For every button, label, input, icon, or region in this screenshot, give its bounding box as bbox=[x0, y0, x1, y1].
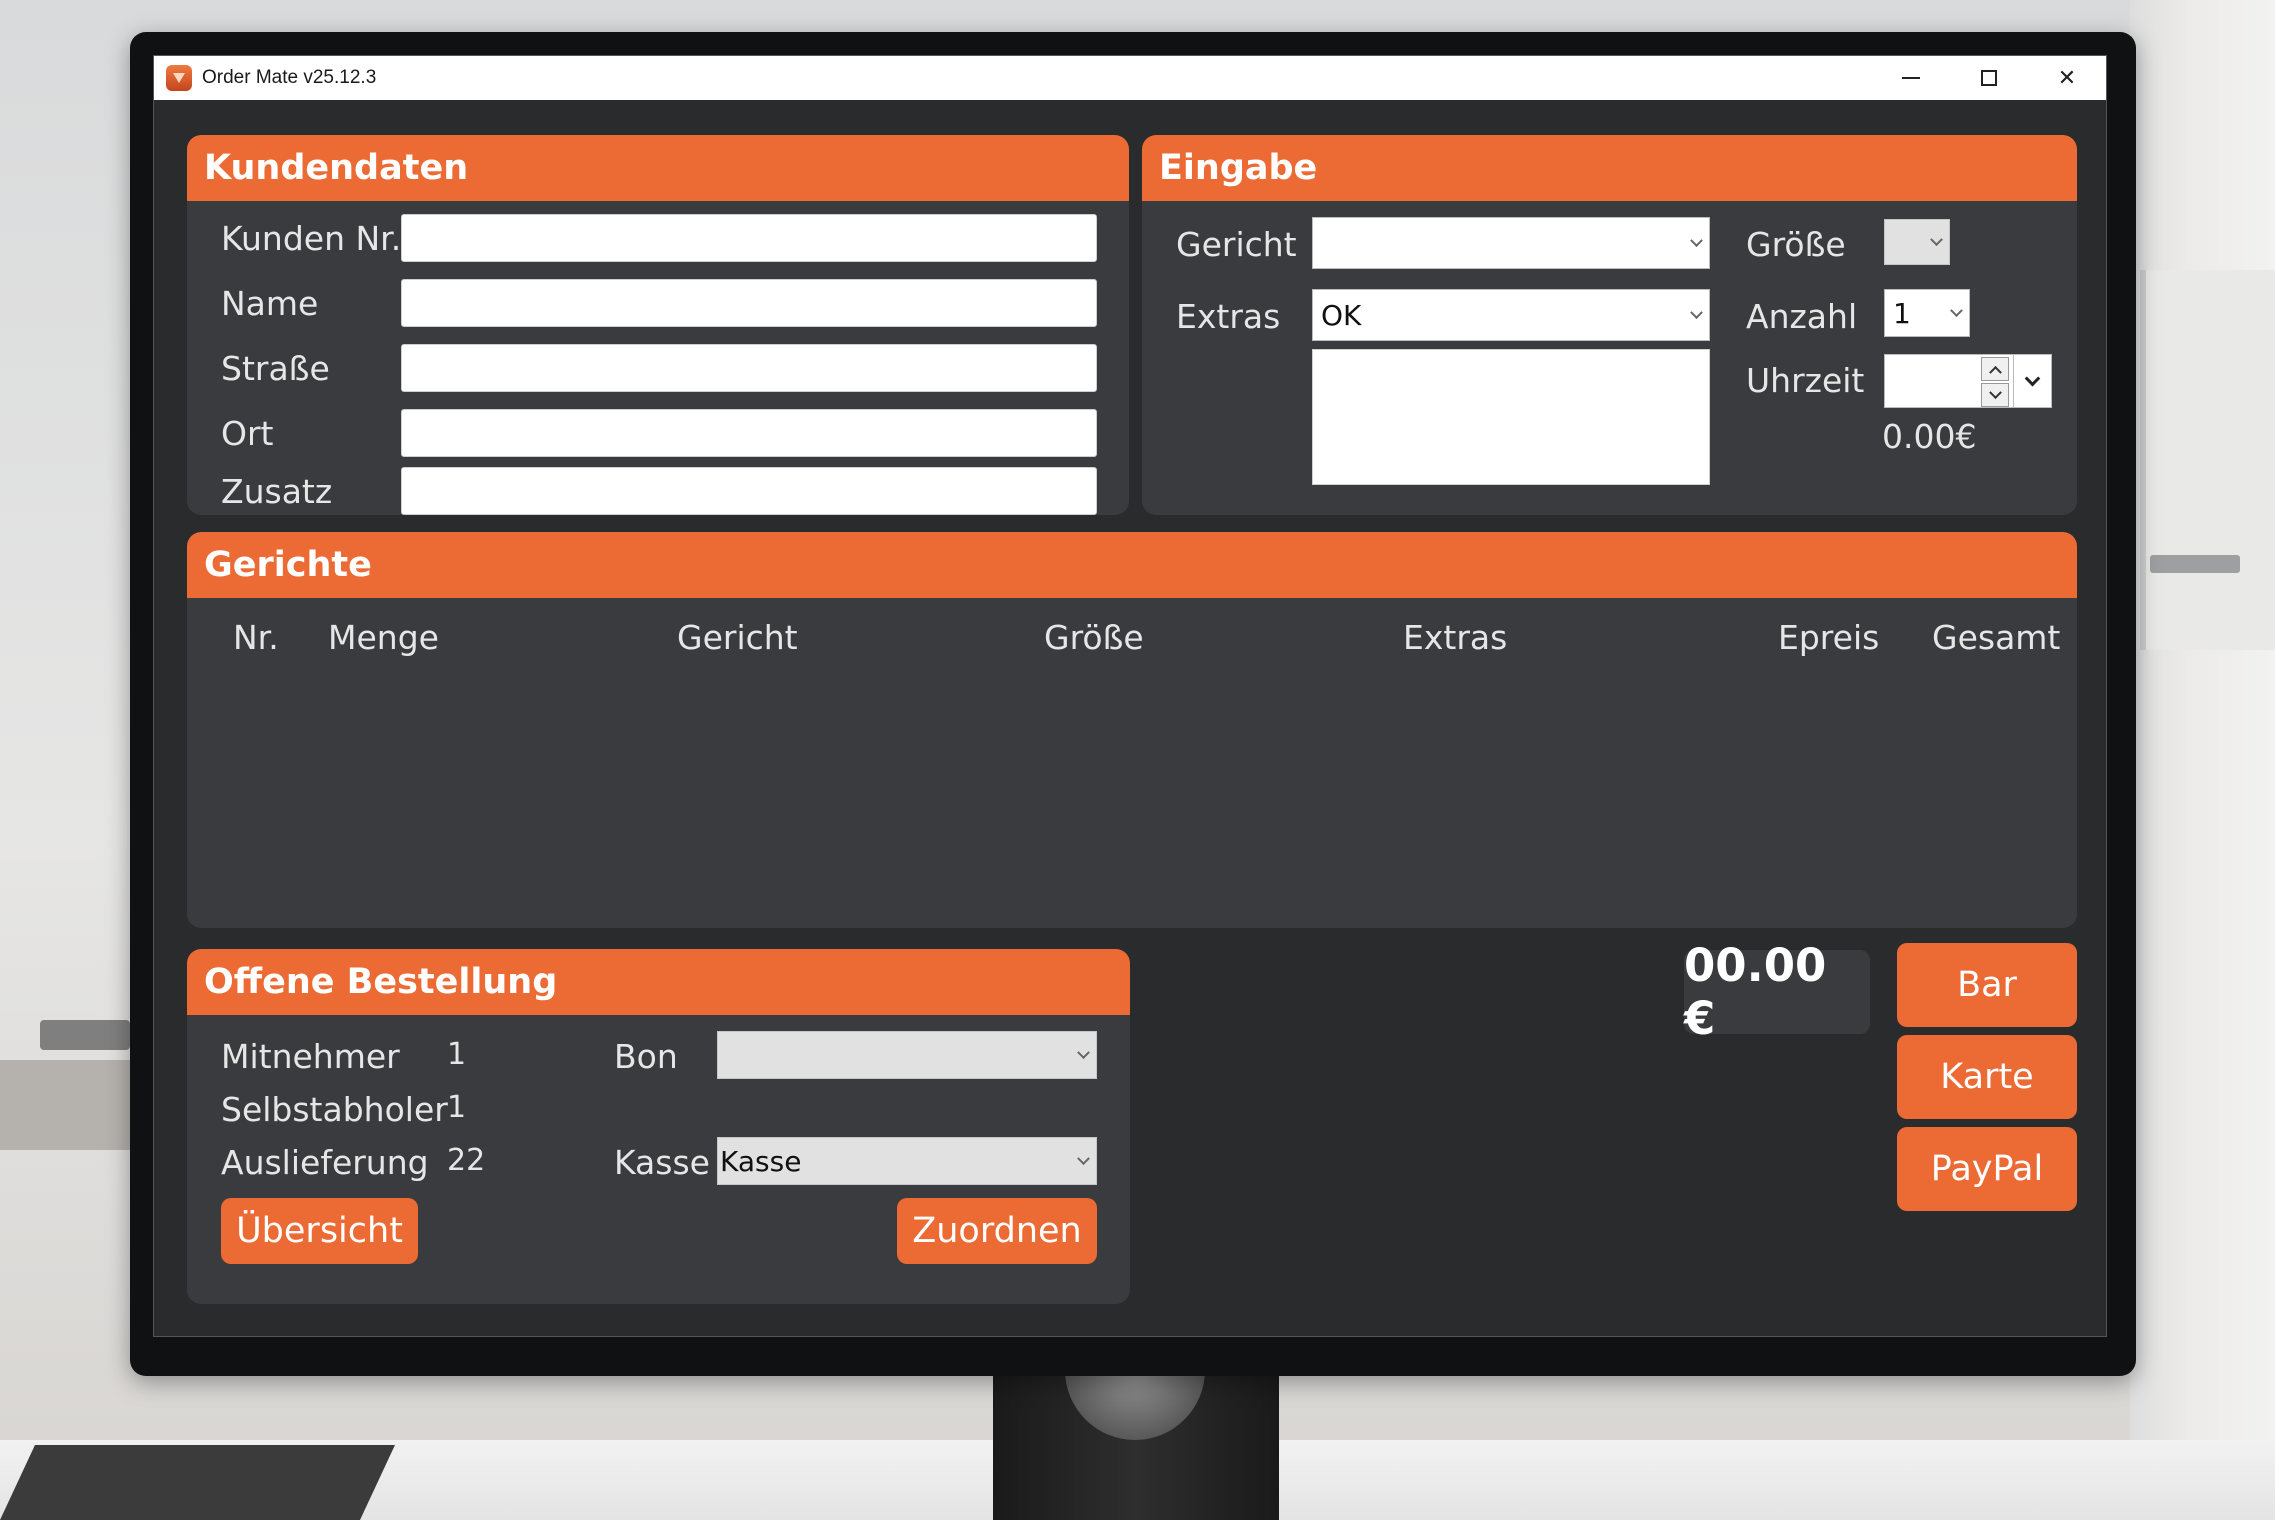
bon-select[interactable] bbox=[717, 1031, 1097, 1079]
extras-select-value: OK bbox=[1321, 298, 1362, 332]
uhrzeit-spinner bbox=[1981, 357, 2009, 407]
gerichte-table: Nr. Menge Gericht Größe Extras Epreis Ge… bbox=[187, 598, 2077, 928]
background-wall bbox=[2130, 0, 2275, 1520]
maximize-button[interactable] bbox=[1950, 56, 2028, 100]
gericht-select[interactable] bbox=[1312, 217, 1710, 269]
app-window: Order Mate v25.12.3 ✕ Kundendaten Kunden… bbox=[153, 55, 2107, 1337]
uhrzeit-dropdown-button[interactable] bbox=[2013, 355, 2051, 407]
chevron-down-icon bbox=[1076, 1048, 1090, 1062]
item-price: 0.00€ bbox=[1882, 417, 1977, 456]
window-title: Order Mate v25.12.3 bbox=[202, 67, 377, 88]
background-shelf-left bbox=[0, 1060, 135, 1150]
zusatz-input[interactable] bbox=[401, 467, 1097, 515]
gerichte-panel: Gerichte Nr. Menge Gericht Größe Extras … bbox=[187, 532, 2077, 928]
kunden-nr-label: Kunden Nr. bbox=[221, 219, 402, 258]
app-logo-icon bbox=[166, 65, 192, 91]
minimize-button[interactable] bbox=[1872, 56, 1950, 100]
column-header-gesamt[interactable]: Gesamt bbox=[1932, 618, 2060, 657]
strasse-label: Straße bbox=[221, 349, 330, 388]
chevron-down-icon bbox=[1076, 1154, 1090, 1168]
anzahl-label: Anzahl bbox=[1746, 297, 1858, 336]
uhrzeit-label: Uhrzeit bbox=[1746, 361, 1865, 400]
column-header-groesse[interactable]: Größe bbox=[1044, 618, 1144, 657]
maximize-icon bbox=[1981, 70, 1997, 86]
mitnehmer-count: 1 bbox=[447, 1037, 467, 1072]
bar-payment-button[interactable]: Bar bbox=[1897, 943, 2077, 1027]
extras-select[interactable]: OK bbox=[1312, 289, 1710, 341]
column-header-epreis[interactable]: Epreis bbox=[1778, 618, 1879, 657]
extras-notes-textarea[interactable] bbox=[1312, 349, 1710, 485]
paypal-payment-button[interactable]: PayPal bbox=[1897, 1127, 2077, 1211]
minimize-icon bbox=[1902, 77, 1920, 79]
column-header-nr[interactable]: Nr. bbox=[233, 618, 279, 657]
chevron-down-icon bbox=[1689, 308, 1703, 322]
chevron-down-icon bbox=[1929, 235, 1943, 249]
extras-label: Extras bbox=[1176, 297, 1281, 336]
groesse-select[interactable] bbox=[1884, 219, 1950, 265]
background-object-left bbox=[40, 1020, 130, 1050]
name-label: Name bbox=[221, 284, 319, 323]
chevron-down-icon bbox=[1949, 306, 1963, 320]
kundendaten-panel: Kundendaten Kunden Nr. Name Straße Ort Z… bbox=[187, 135, 1129, 515]
selbstabholer-label: Selbstabholer bbox=[221, 1090, 448, 1129]
selbstabholer-count: 1 bbox=[447, 1090, 467, 1125]
auslieferung-label: Auslieferung bbox=[221, 1143, 429, 1182]
bon-label: Bon bbox=[614, 1037, 678, 1076]
anzahl-select-value: 1 bbox=[1893, 296, 1911, 330]
eingabe-header: Eingabe bbox=[1142, 135, 2077, 201]
karte-payment-button[interactable]: Karte bbox=[1897, 1035, 2077, 1119]
kasse-label: Kasse bbox=[614, 1143, 710, 1182]
column-header-extras[interactable]: Extras bbox=[1403, 618, 1507, 657]
anzahl-select[interactable]: 1 bbox=[1884, 289, 1970, 337]
groesse-label: Größe bbox=[1746, 225, 1846, 264]
ort-label: Ort bbox=[221, 414, 274, 453]
auslieferung-count: 22 bbox=[447, 1143, 486, 1178]
column-header-gericht[interactable]: Gericht bbox=[677, 618, 798, 657]
kasse-select[interactable]: Kasse bbox=[717, 1137, 1097, 1185]
kasse-select-value: Kasse bbox=[720, 1144, 802, 1178]
spin-down-button[interactable] bbox=[1981, 383, 2009, 407]
zusatz-label: Zusatz bbox=[221, 472, 333, 511]
offene-bestellung-header: Offene Bestellung bbox=[187, 949, 1130, 1015]
title-bar: Order Mate v25.12.3 ✕ bbox=[154, 56, 2106, 100]
eingabe-panel: Eingabe Gericht Extras OK Größe Anzahl 1 bbox=[1142, 135, 2077, 515]
offene-bestellung-panel: Offene Bestellung Mitnehmer 1 Selbstabho… bbox=[187, 949, 1130, 1304]
gerichte-header: Gerichte bbox=[187, 532, 2077, 598]
strasse-input[interactable] bbox=[401, 344, 1097, 392]
kunden-nr-input[interactable] bbox=[401, 214, 1097, 262]
chevron-down-icon bbox=[1689, 236, 1703, 250]
uebersicht-button[interactable]: Übersicht bbox=[221, 1198, 418, 1264]
uhrzeit-time-picker[interactable] bbox=[1884, 354, 2052, 408]
kundendaten-header: Kundendaten bbox=[187, 135, 1129, 201]
zuordnen-button[interactable]: Zuordnen bbox=[897, 1198, 1097, 1264]
mitnehmer-label: Mitnehmer bbox=[221, 1037, 400, 1076]
close-icon: ✕ bbox=[2057, 65, 2077, 91]
background-object bbox=[2150, 555, 2240, 573]
gericht-label: Gericht bbox=[1176, 225, 1297, 264]
order-total: 00.00 € bbox=[1684, 939, 1870, 1045]
name-input[interactable] bbox=[401, 279, 1097, 327]
background-shelf bbox=[2140, 270, 2275, 650]
close-button[interactable]: ✕ bbox=[2028, 56, 2106, 100]
column-header-menge[interactable]: Menge bbox=[328, 618, 439, 657]
spin-up-button[interactable] bbox=[1981, 357, 2009, 381]
client-area: Kundendaten Kunden Nr. Name Straße Ort Z… bbox=[154, 100, 2106, 1336]
ort-input[interactable] bbox=[401, 409, 1097, 457]
desk-book bbox=[0, 1445, 395, 1520]
